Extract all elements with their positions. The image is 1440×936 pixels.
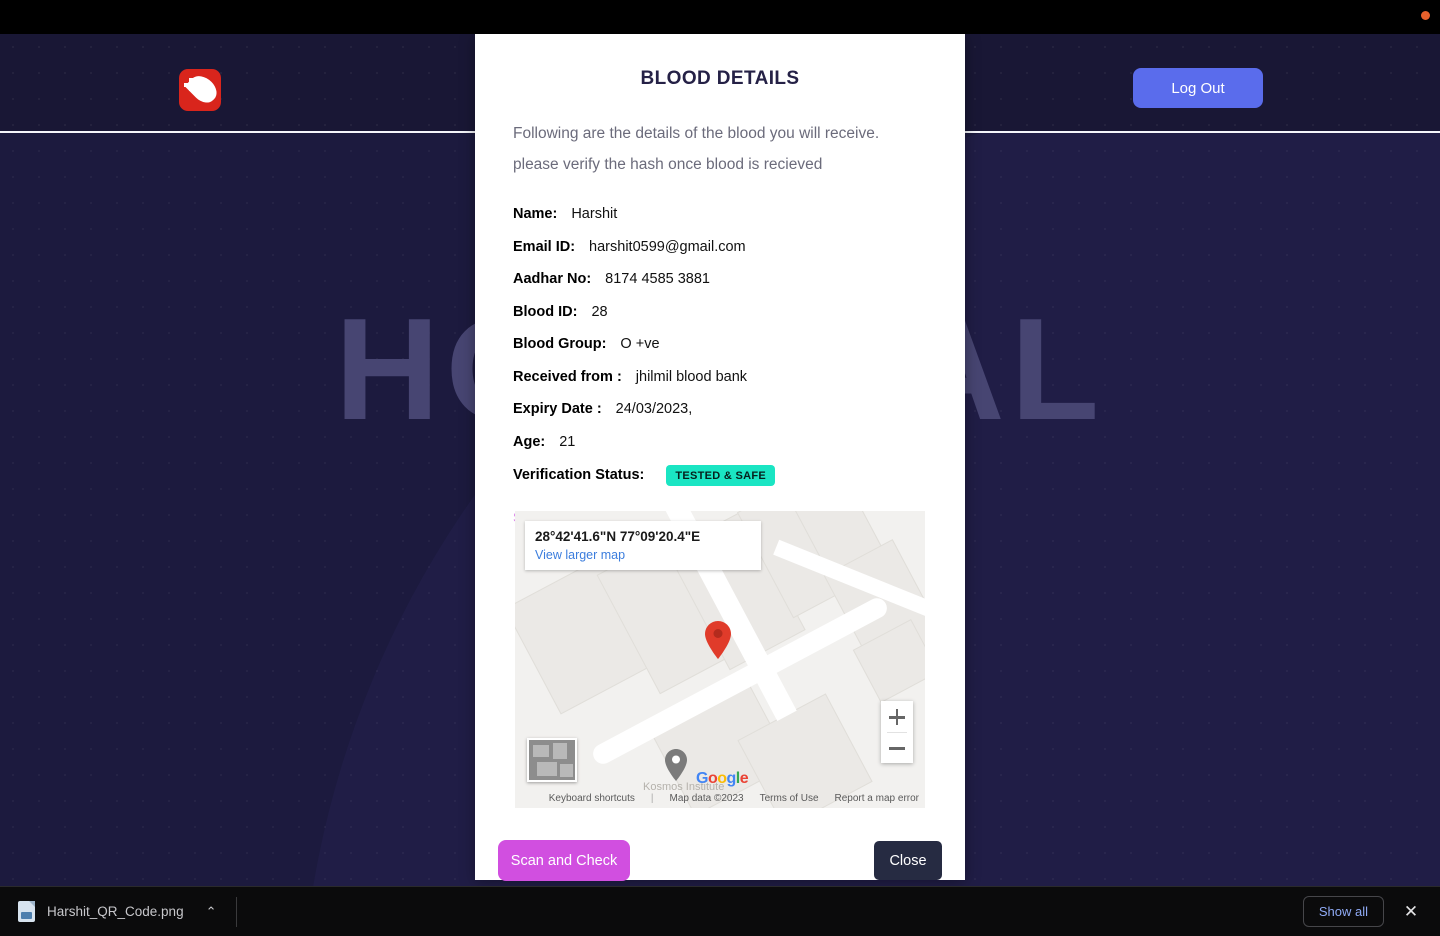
detail-label: Blood ID: <box>513 303 578 320</box>
detail-value: 28 <box>591 303 608 320</box>
plus-icon-vertical <box>895 709 899 725</box>
google-logo-letter: e <box>739 770 749 787</box>
modal-backdrop: BLOOD DETAILS Following are the details … <box>0 34 1440 886</box>
map-poi-pin-icon[interactable] <box>665 749 687 781</box>
scan-and-check-button[interactable]: Scan and Check <box>498 840 630 881</box>
detail-label: Expiry Date : <box>513 401 602 418</box>
detail-row-age: Age: 21 <box>513 426 965 459</box>
file-icon-glyph <box>21 912 32 919</box>
close-shelf-button[interactable]: ✕ <box>1398 899 1424 925</box>
show-all-downloads-button[interactable]: Show all <box>1302 896 1384 927</box>
keyboard-shortcuts-link[interactable]: Keyboard shortcuts <box>549 793 635 804</box>
thumb-patch <box>553 743 567 759</box>
browser-top-bar <box>0 0 1440 34</box>
shelf-right-controls: Show all ✕ <box>1302 896 1424 927</box>
detail-row-email: Email ID: harshit0599@gmail.com <box>513 231 965 264</box>
detail-value: jhilmil blood bank <box>635 368 748 385</box>
download-shelf: Harshit_QR_Code.png ⌃ Show all ✕ <box>0 886 1440 936</box>
shelf-divider <box>236 896 238 927</box>
download-filename: Harshit_QR_Code.png <box>47 904 184 919</box>
detail-value: 24/03/2023, <box>615 401 693 418</box>
minus-icon <box>889 747 905 750</box>
chevron-up-icon[interactable]: ⌃ <box>206 905 217 918</box>
detail-row-expiry-date: Expiry Date : 24/03/2023, <box>513 393 965 426</box>
file-png-icon <box>18 901 35 922</box>
detail-row-aadhar: Aadhar No: 8174 4585 3881 <box>513 263 965 296</box>
view-larger-map-link[interactable]: View larger map <box>535 546 751 564</box>
footer-separator: | <box>650 793 654 804</box>
detail-label: Age: <box>513 433 546 450</box>
detail-row-verification-status: Verification Status: TESTED & SAFE <box>513 459 965 492</box>
map-coordinates: 28°42'41.6"N 77°09'20.4"E <box>535 529 701 544</box>
detail-row-blood-group: Blood Group: O +ve <box>513 328 965 361</box>
map-zoom-controls[interactable] <box>881 701 913 763</box>
detail-label: Verification Status: <box>513 467 645 484</box>
detail-row-received-from: Received from : jhilmil blood bank <box>513 361 965 394</box>
file-icon-fold <box>29 901 35 907</box>
detail-row-blood-id: Blood ID: 28 <box>513 296 965 329</box>
thumb-patch <box>533 745 549 757</box>
map-data-text: Map data ©2023 <box>669 793 744 804</box>
map-info-card: 28°42'41.6"N 77°09'20.4"E View larger ma… <box>525 521 761 570</box>
status-badge: TESTED & SAFE <box>666 464 776 486</box>
map-zoom-out-button[interactable] <box>881 732 913 763</box>
google-logo-letter: o <box>717 770 727 787</box>
terms-of-use-link[interactable]: Terms of Use <box>760 793 819 804</box>
detail-label: Email ID: <box>513 238 576 255</box>
report-map-error-link[interactable]: Report a map error <box>835 793 919 804</box>
page-viewport: HOSPITAL Log Out BLOOD DETAILS Following… <box>0 34 1440 886</box>
thumb-patch <box>560 764 573 777</box>
google-logo-letter: g <box>726 770 737 787</box>
detail-label: Aadhar No: <box>513 271 592 288</box>
detail-value: 8174 4585 3881 <box>605 271 710 288</box>
map-attribution-footer: Keyboard shortcuts | Map data ©2023 Term… <box>515 793 925 804</box>
map-satellite-thumbnail[interactable] <box>527 738 577 782</box>
google-map-embed[interactable]: 28°42'41.6"N 77°09'20.4"E View larger ma… <box>515 511 925 808</box>
google-logo-letter: G <box>696 770 708 787</box>
detail-value: 21 <box>559 433 576 450</box>
detail-label: Name: <box>513 206 558 223</box>
close-modal-button[interactable]: Close <box>874 841 942 880</box>
modal-intro-text: Following are the details of the blood y… <box>513 125 880 173</box>
modal-title: BLOOD DETAILS <box>640 68 800 89</box>
recording-indicator-dot <box>1421 11 1430 20</box>
google-logo-letter: o <box>707 770 718 787</box>
map-location-pin-icon[interactable] <box>705 621 731 659</box>
map-zoom-in-button[interactable] <box>881 701 913 732</box>
detail-value: O +ve <box>620 336 660 353</box>
detail-value: Harshit <box>571 206 618 223</box>
thumb-patch <box>537 762 557 776</box>
detail-label: Received from : <box>513 368 622 385</box>
detail-value: harshit0599@gmail.com <box>589 238 746 255</box>
download-item[interactable]: Harshit_QR_Code.png ⌃ <box>18 895 216 929</box>
blood-details-list: Name: Harshit Email ID: harshit0599@gmai… <box>513 198 965 492</box>
google-logo: Google <box>696 770 749 788</box>
detail-row-name: Name: Harshit <box>513 198 965 231</box>
detail-label: Blood Group: <box>513 336 607 353</box>
